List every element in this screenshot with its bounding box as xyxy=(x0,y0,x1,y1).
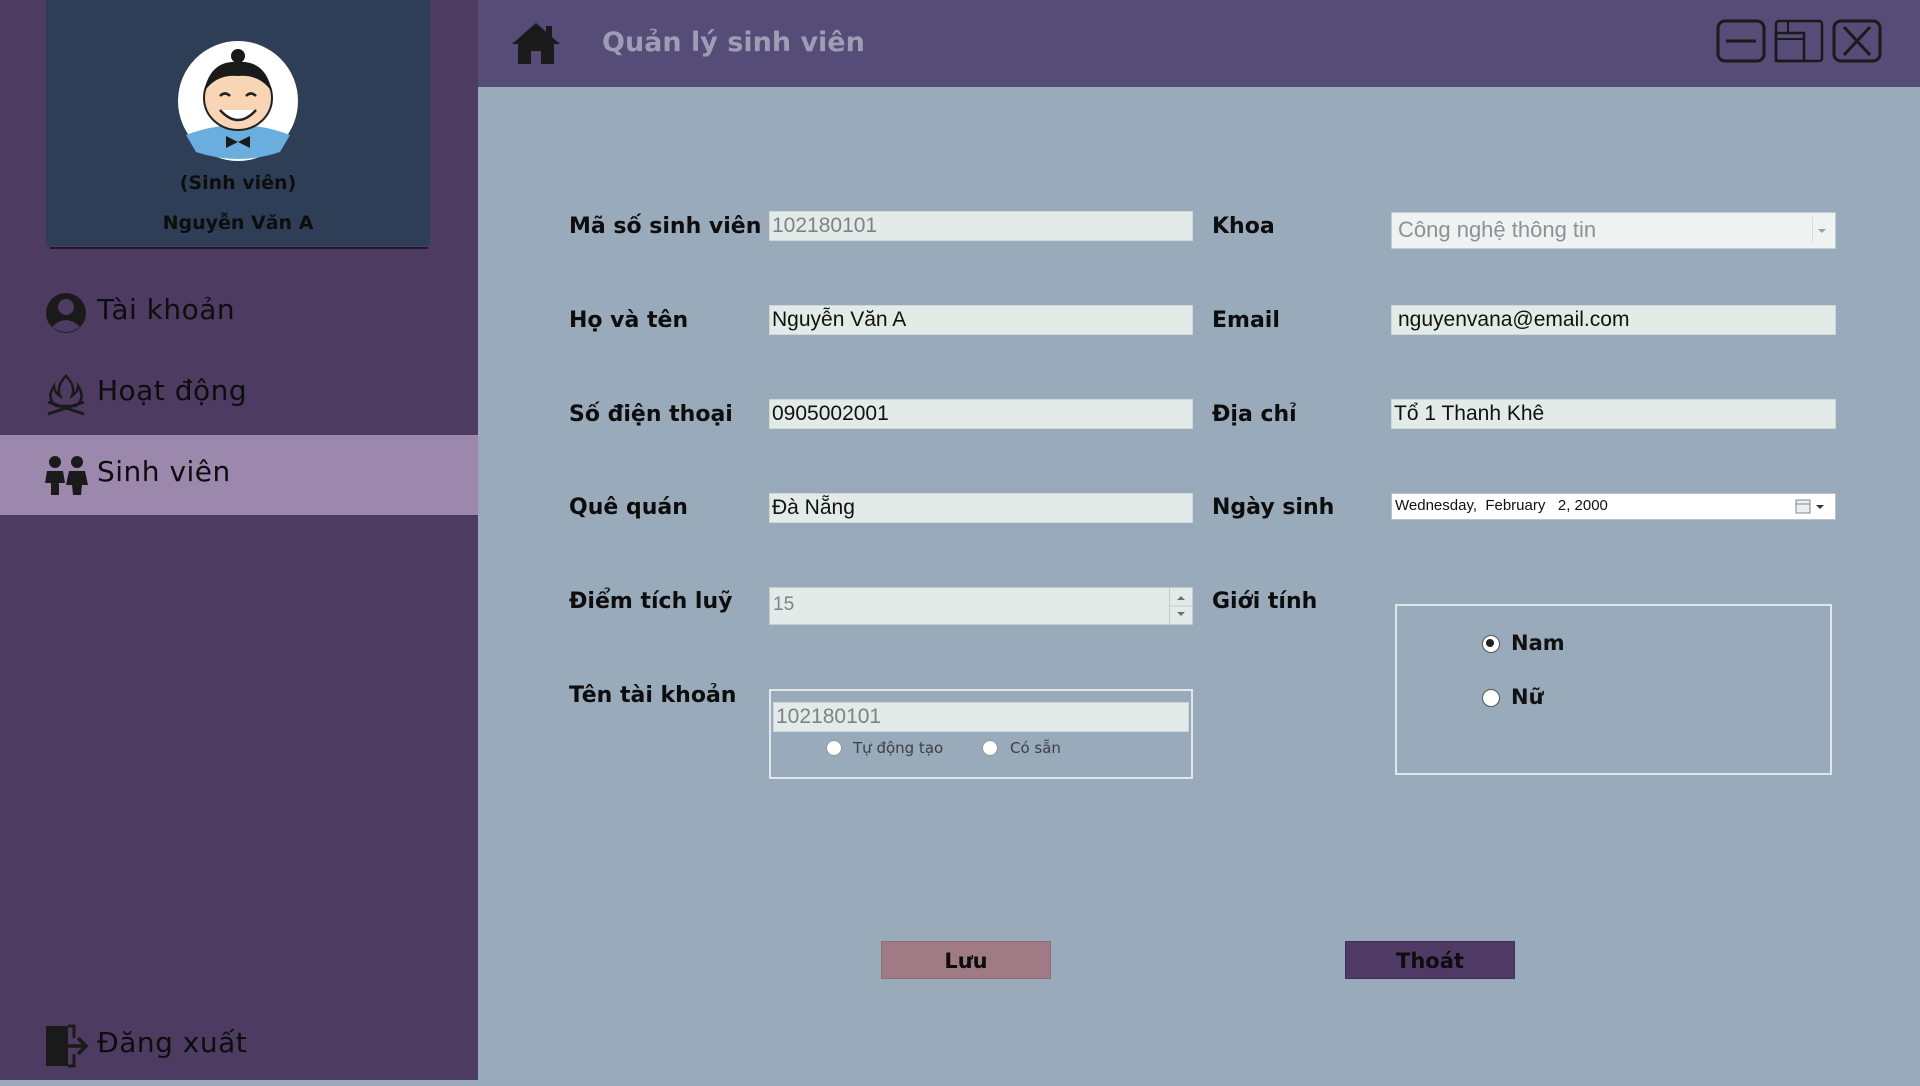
save-button[interactable]: Lưu xyxy=(881,941,1051,979)
account-field[interactable]: 102180101 xyxy=(773,702,1189,732)
hometown-field[interactable]: Đà Nẵng xyxy=(769,493,1193,523)
sidebar: (Sinh viên) Nguyễn Văn A Tài khoản Hoạt … xyxy=(0,0,478,1080)
restore-icon[interactable] xyxy=(1774,19,1824,63)
stepper-buttons[interactable] xyxy=(1169,588,1192,624)
calendar-icon xyxy=(1795,499,1824,514)
sidebar-item-account[interactable]: Tài khoản xyxy=(0,273,478,353)
birthday-picker[interactable]: Wednesday, February 2, 2000 xyxy=(1391,493,1836,520)
existing-radio[interactable] xyxy=(982,740,998,756)
faculty-dropdown[interactable]: Công nghệ thông tin xyxy=(1391,212,1836,249)
profile-card: (Sinh viên) Nguyễn Văn A xyxy=(46,0,430,246)
phone-label: Số điện thoại xyxy=(569,402,733,427)
sidebar-item-label: Hoạt động xyxy=(97,374,248,407)
gender-group: Nam Nữ xyxy=(1395,604,1832,775)
auto-create-label: Tự động tạo xyxy=(853,739,944,757)
sidebar-item-students[interactable]: Sinh viên xyxy=(0,435,478,515)
gender-female-radio[interactable] xyxy=(1482,689,1500,707)
faculty-value: Công nghệ thông tin xyxy=(1398,217,1597,242)
auto-create-radio[interactable] xyxy=(826,740,842,756)
points-stepper[interactable]: 15 xyxy=(769,587,1193,625)
gender-male-radio[interactable] xyxy=(1482,635,1500,653)
page-title: Quản lý sinh viên xyxy=(602,27,865,58)
address-field[interactable]: Tổ 1 Thanh Khê xyxy=(1391,399,1836,429)
header-bar: Quản lý sinh viên xyxy=(478,0,1920,87)
student-id-field[interactable]: 102180101 xyxy=(769,211,1193,241)
minimize-icon[interactable] xyxy=(1716,19,1766,63)
campfire-icon xyxy=(47,374,85,416)
birthday-label: Ngày sinh xyxy=(1212,495,1335,520)
gender-male-label: Nam xyxy=(1511,631,1565,655)
close-icon[interactable] xyxy=(1832,19,1882,63)
full-name-field[interactable]: Nguyễn Văn A xyxy=(769,305,1193,335)
profile-divider xyxy=(50,247,428,249)
logout-button[interactable]: Đăng xuất xyxy=(0,1006,478,1086)
profile-role: (Sinh viên) xyxy=(179,172,297,194)
avatar xyxy=(178,41,298,161)
birthday-value: Wednesday, February 2, 2000 xyxy=(1395,497,1608,514)
phone-field[interactable]: 0905002001 xyxy=(769,399,1193,429)
full-name-label: Họ và tên xyxy=(569,308,689,333)
logout-label: Đăng xuất xyxy=(97,1026,248,1059)
gender-label: Giới tính xyxy=(1212,589,1318,614)
students-icon xyxy=(45,456,88,495)
account-group: 102180101 Tự động tạo Có sẵn xyxy=(769,689,1193,779)
points-value: 15 xyxy=(773,594,795,615)
chevron-down-icon xyxy=(1812,217,1826,243)
sidebar-item-activities[interactable]: Hoạt động xyxy=(0,354,478,434)
hometown-label: Quê quán xyxy=(569,495,688,520)
profile-name: Nguyễn Văn A xyxy=(162,212,314,234)
email-field[interactable]: nguyenvana@email.com xyxy=(1391,305,1836,335)
account-label: Tên tài khoản xyxy=(569,683,737,708)
address-label: Địa chỉ xyxy=(1212,402,1297,427)
existing-label: Có sẵn xyxy=(1010,739,1061,757)
faculty-label: Khoa xyxy=(1212,214,1275,239)
email-label: Email xyxy=(1212,308,1280,333)
sidebar-item-label: Sinh viên xyxy=(97,455,231,488)
gender-female-label: Nữ xyxy=(1511,685,1544,709)
exit-button[interactable]: Thoát xyxy=(1345,941,1515,979)
sidebar-item-label: Tài khoản xyxy=(97,293,236,326)
logout-door-icon xyxy=(46,1024,89,1068)
user-circle-icon xyxy=(46,293,86,333)
home-icon[interactable] xyxy=(510,20,562,66)
points-label: Điểm tích luỹ xyxy=(569,589,733,614)
stepper-arrows-icon xyxy=(1170,596,1192,616)
student-id-label: Mã số sinh viên xyxy=(569,214,762,239)
